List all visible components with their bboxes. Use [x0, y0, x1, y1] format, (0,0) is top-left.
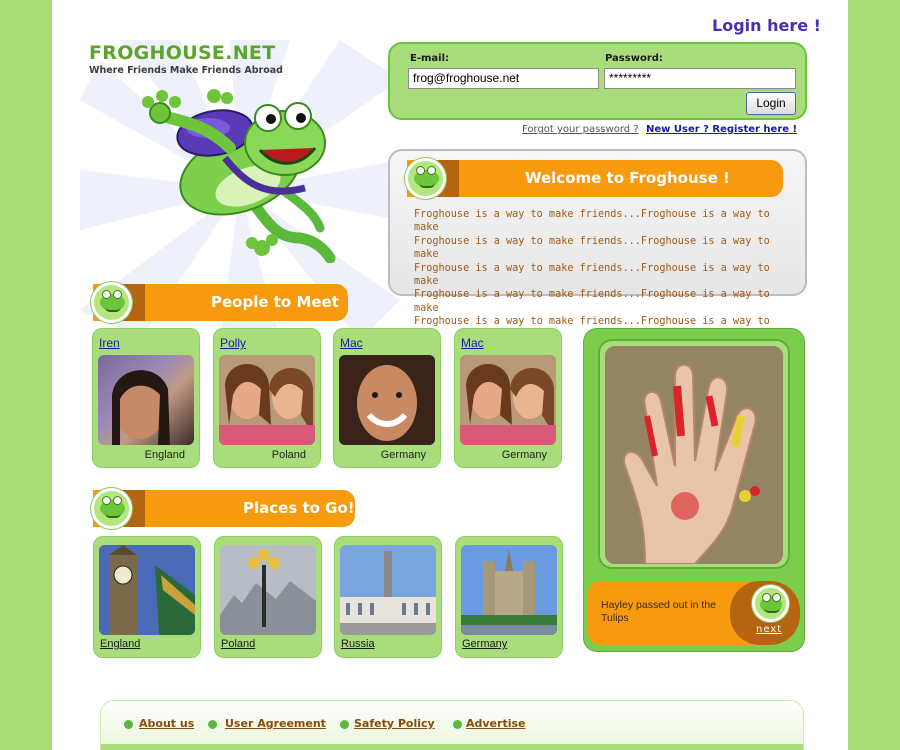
person-photo[interactable]	[339, 355, 435, 445]
place-name-link[interactable]: Russia	[341, 638, 375, 650]
login-heading: Login here !	[712, 16, 821, 35]
person-photo[interactable]	[98, 355, 194, 445]
welcome-text: Froghouse is a way to make friends...Fro…	[414, 208, 794, 342]
bullet-icon	[124, 720, 133, 729]
place-name-link[interactable]: Germany	[462, 638, 507, 650]
footer-stripe	[101, 744, 803, 750]
welcome-line: Froghouse is a way to make friends...Fro…	[414, 289, 770, 314]
welcome-line: Froghouse is a way to make friends...Fro…	[414, 209, 770, 234]
frog-mascot-icon	[142, 89, 336, 263]
featured-photo-frame	[598, 339, 790, 569]
welcome-line: Froghouse is a way to make friends...Fro…	[414, 262, 770, 288]
login-form: E-mail: frog@froghouse.net Password: ***…	[388, 42, 807, 120]
featured-caption-bar: Hayley passed out in the Tulips next	[588, 581, 800, 645]
person-country: Poland	[271, 449, 306, 461]
person-name-link[interactable]: Mac	[340, 336, 363, 350]
person-name-link[interactable]: Iren	[99, 336, 120, 350]
person-card[interactable]: Polly Poland	[213, 328, 321, 468]
frog-badge-icon	[91, 282, 132, 323]
places-title-bar: Places to Go!	[91, 488, 355, 529]
footer-link-agreement[interactable]: User Agreement	[225, 717, 326, 730]
frog-badge-icon	[91, 488, 132, 529]
email-label: E-mail:	[410, 53, 450, 64]
featured-caption: Hayley passed out in the Tulips	[601, 599, 716, 624]
place-card[interactable]: England	[93, 536, 201, 658]
login-button[interactable]: Login	[746, 92, 796, 115]
person-country: Germany	[380, 449, 426, 461]
place-card[interactable]: Russia	[334, 536, 442, 658]
place-photo[interactable]	[340, 545, 436, 635]
welcome-title: Welcome to Froghouse !	[525, 169, 730, 187]
person-card[interactable]: Mac Germany	[333, 328, 441, 468]
place-card[interactable]: Germany	[455, 536, 563, 658]
person-country: Germany	[501, 449, 547, 461]
footer-link-about[interactable]: About us	[139, 717, 194, 730]
person-country: England	[144, 449, 185, 461]
person-name-link[interactable]: Polly	[220, 336, 246, 350]
featured-photo-panel: Hayley passed out in the Tulips next	[583, 328, 805, 652]
email-field[interactable]: frog@froghouse.net	[408, 68, 599, 89]
person-name-link[interactable]: Mac	[461, 336, 484, 350]
frog-badge-icon	[405, 158, 446, 199]
person-photo[interactable]	[219, 355, 315, 445]
site-logo[interactable]: FROGHOUSE.NET Where Friends Make Friends…	[89, 42, 283, 76]
footer-link-safety[interactable]: Safety Policy	[354, 717, 435, 730]
footer-nav: About us User Agreement Safety Policy Ad…	[100, 700, 804, 750]
password-label: Password:	[605, 53, 663, 64]
logo-title: FROGHOUSE.NET	[89, 42, 276, 64]
logo-tagline: Where Friends Make Friends Abroad	[89, 65, 283, 76]
bullet-icon	[340, 720, 349, 729]
place-card[interactable]: Poland	[214, 536, 322, 658]
people-title-bar: People to Meet !	[91, 282, 348, 348]
welcome-panel: Welcome to Froghouse ! Froghouse is a wa…	[388, 149, 807, 341]
welcome-line: Froghouse is a way to make friends...Fro…	[414, 235, 770, 261]
frog-badge-icon	[752, 585, 789, 622]
place-name-link[interactable]: Poland	[221, 638, 255, 650]
bullet-icon	[208, 720, 217, 729]
person-photo[interactable]	[460, 355, 556, 445]
next-link[interactable]: next	[756, 624, 782, 635]
right-side-band	[848, 0, 900, 750]
forgot-password-link[interactable]: Forgot your password ?	[522, 124, 639, 135]
places-title: Places to Go!	[243, 499, 355, 517]
register-link[interactable]: New User ? Register here !	[646, 124, 797, 135]
left-side-band	[0, 0, 52, 750]
featured-photo[interactable]	[605, 346, 783, 564]
bullet-icon	[453, 720, 462, 729]
place-photo[interactable]	[461, 545, 557, 635]
place-photo[interactable]	[220, 545, 316, 635]
person-card[interactable]: Iren England	[92, 328, 200, 468]
password-field[interactable]: *********	[604, 68, 796, 89]
place-photo[interactable]	[99, 545, 195, 635]
footer-link-advertise[interactable]: Advertise	[466, 717, 525, 730]
place-name-link[interactable]: England	[100, 638, 140, 650]
welcome-title-bar: Welcome to Froghouse !	[405, 158, 783, 199]
person-card[interactable]: Mac Germany	[454, 328, 562, 468]
